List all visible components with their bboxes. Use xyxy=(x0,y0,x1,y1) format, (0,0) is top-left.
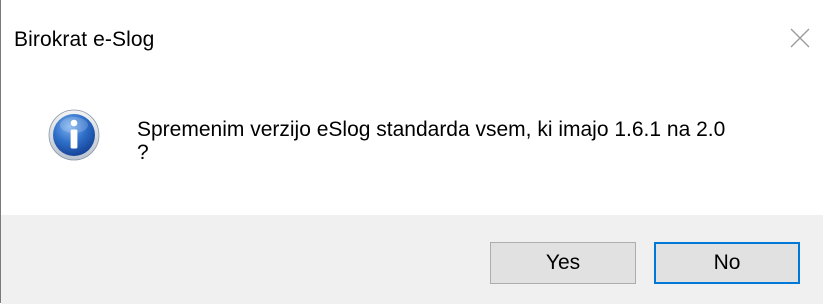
dialog-content: Spremenim verzijo eSlog standarda vsem, … xyxy=(1,74,823,215)
close-icon xyxy=(790,28,810,48)
button-bar: Yes No xyxy=(1,215,823,304)
message-dialog: Birokrat e-Slog Spremenim verzijo eSlog … xyxy=(0,0,823,304)
yes-button[interactable]: Yes xyxy=(490,242,636,284)
message-text: Spremenim verzijo eSlog standarda vsem, … xyxy=(137,118,726,164)
window-title: Birokrat e-Slog xyxy=(14,28,155,51)
title-bar: Birokrat e-Slog xyxy=(1,0,823,74)
info-icon xyxy=(48,109,100,161)
close-button[interactable] xyxy=(777,16,823,60)
no-button[interactable]: No xyxy=(654,242,800,284)
